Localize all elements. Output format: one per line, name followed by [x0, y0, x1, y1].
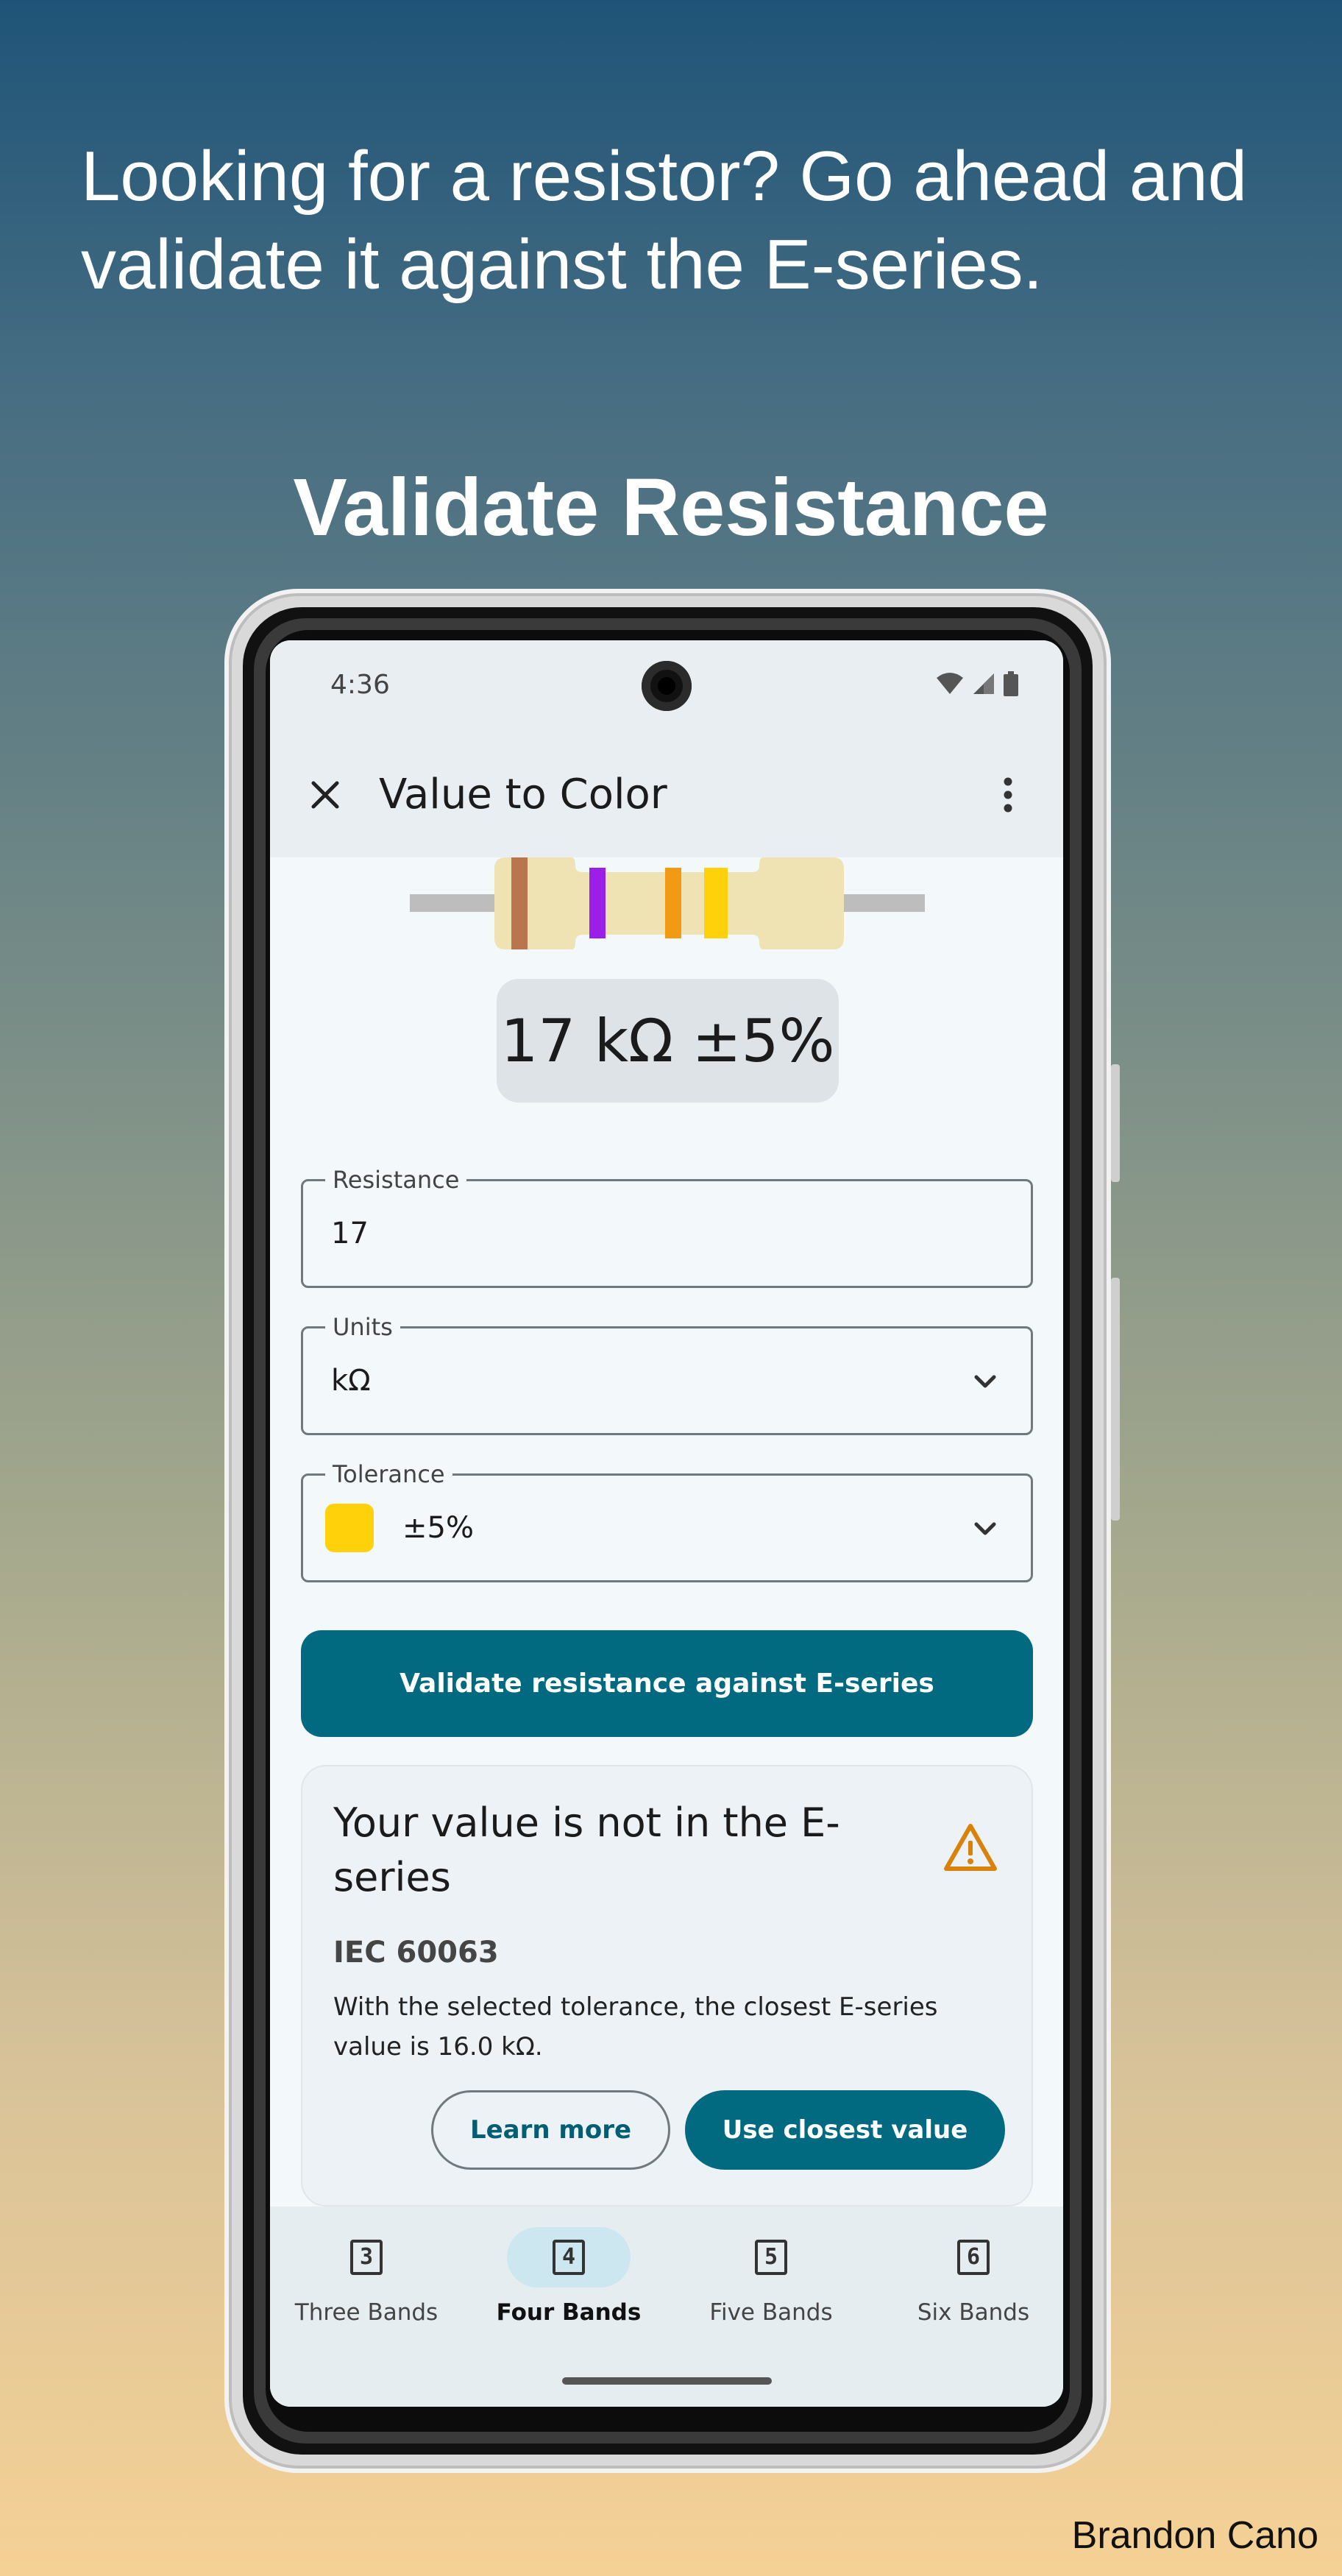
tolerance-dropdown[interactable]: Tolerance ±5%	[301, 1459, 1033, 1582]
resistance-field-label: Resistance	[325, 1165, 467, 1195]
promo-credit: Brandon Cano	[1071, 2514, 1318, 2557]
power-button	[1111, 1278, 1120, 1521]
nav-four-bands[interactable]: 4 Four Bands	[477, 2227, 661, 2345]
resistor-lead-right	[840, 894, 925, 912]
six-bands-icon: 6	[957, 2240, 990, 2275]
resistor-band-3	[665, 868, 681, 938]
bottom-navigation: 3 Three Bands 4 Four Bands 5 Five Bands …	[270, 2207, 1063, 2407]
four-bands-icon: 4	[553, 2240, 585, 2275]
use-closest-value-button[interactable]: Use closest value	[685, 2090, 1005, 2170]
resistor-band-1	[511, 857, 528, 949]
top-app-bar: Value to Color	[270, 732, 1063, 857]
five-bands-icon: 5	[755, 2240, 787, 2275]
result-standard: IEC 60063	[333, 1936, 499, 1970]
tolerance-value: ±5%	[402, 1511, 474, 1545]
promo-headline: Validate Resistance	[293, 462, 1049, 553]
resistor-lead-left	[410, 894, 494, 912]
nav-pill-active: 4	[507, 2227, 631, 2287]
resistor-illustration	[410, 857, 925, 949]
nav-label: Three Bands	[294, 2299, 439, 2326]
tolerance-color-swatch	[325, 1504, 374, 1552]
status-bar: 4:36	[270, 640, 1063, 732]
nav-label: Five Bands	[709, 2299, 833, 2326]
resistance-input[interactable]: 17	[331, 1217, 369, 1250]
validation-result-card: Your value is not in the E-series IEC 60…	[301, 1765, 1033, 2207]
resistance-value-display: 17 kΩ ±5%	[497, 979, 839, 1103]
signal-icon	[973, 673, 994, 694]
chevron-down-icon	[974, 1375, 996, 1388]
more-vert-icon[interactable]	[986, 773, 1030, 817]
tolerance-field-label: Tolerance	[325, 1459, 452, 1489]
app-title: Value to Color	[379, 771, 667, 818]
battery-icon	[1004, 671, 1018, 696]
warning-icon	[944, 1824, 997, 1871]
close-icon[interactable]	[303, 773, 347, 817]
nav-pill: 5	[709, 2227, 833, 2287]
units-value: kΩ	[331, 1364, 371, 1398]
volume-button	[1111, 1064, 1120, 1182]
nav-pill: 3	[305, 2227, 428, 2287]
resistance-field[interactable]: Resistance 17	[301, 1165, 1033, 1288]
nav-pill: 6	[912, 2227, 1035, 2287]
learn-more-button[interactable]: Learn more	[431, 2090, 670, 2170]
three-bands-icon: 3	[350, 2240, 383, 2275]
promo-tagline: Looking for a resistor? Go ahead and val…	[81, 137, 1248, 304]
result-title: Your value is not in the E-series	[333, 1800, 840, 1900]
front-camera	[642, 661, 692, 711]
status-time: 4:36	[330, 670, 390, 700]
nav-label: Six Bands	[917, 2299, 1030, 2326]
units-dropdown[interactable]: Units kΩ	[301, 1312, 1033, 1435]
validate-button[interactable]: Validate resistance against E-series	[301, 1630, 1033, 1737]
status-icons	[935, 671, 1019, 696]
nav-five-bands[interactable]: 5 Five Bands	[679, 2227, 863, 2345]
wifi-icon	[937, 673, 963, 694]
resistor-band-4	[704, 868, 728, 938]
nav-label: Four Bands	[496, 2299, 642, 2326]
units-field-label: Units	[325, 1312, 400, 1342]
phone-screen: 4:36 Value to Color 17 kΩ ±5% Resistance…	[270, 640, 1063, 2407]
home-indicator[interactable]	[562, 2377, 772, 2385]
nav-six-bands[interactable]: 6 Six Bands	[881, 2227, 1063, 2345]
nav-three-bands[interactable]: 3 Three Bands	[274, 2227, 458, 2345]
resistor-band-2	[589, 868, 606, 938]
chevron-down-icon	[974, 1522, 996, 1535]
result-description: With the selected tolerance, the closest…	[333, 1992, 938, 2062]
